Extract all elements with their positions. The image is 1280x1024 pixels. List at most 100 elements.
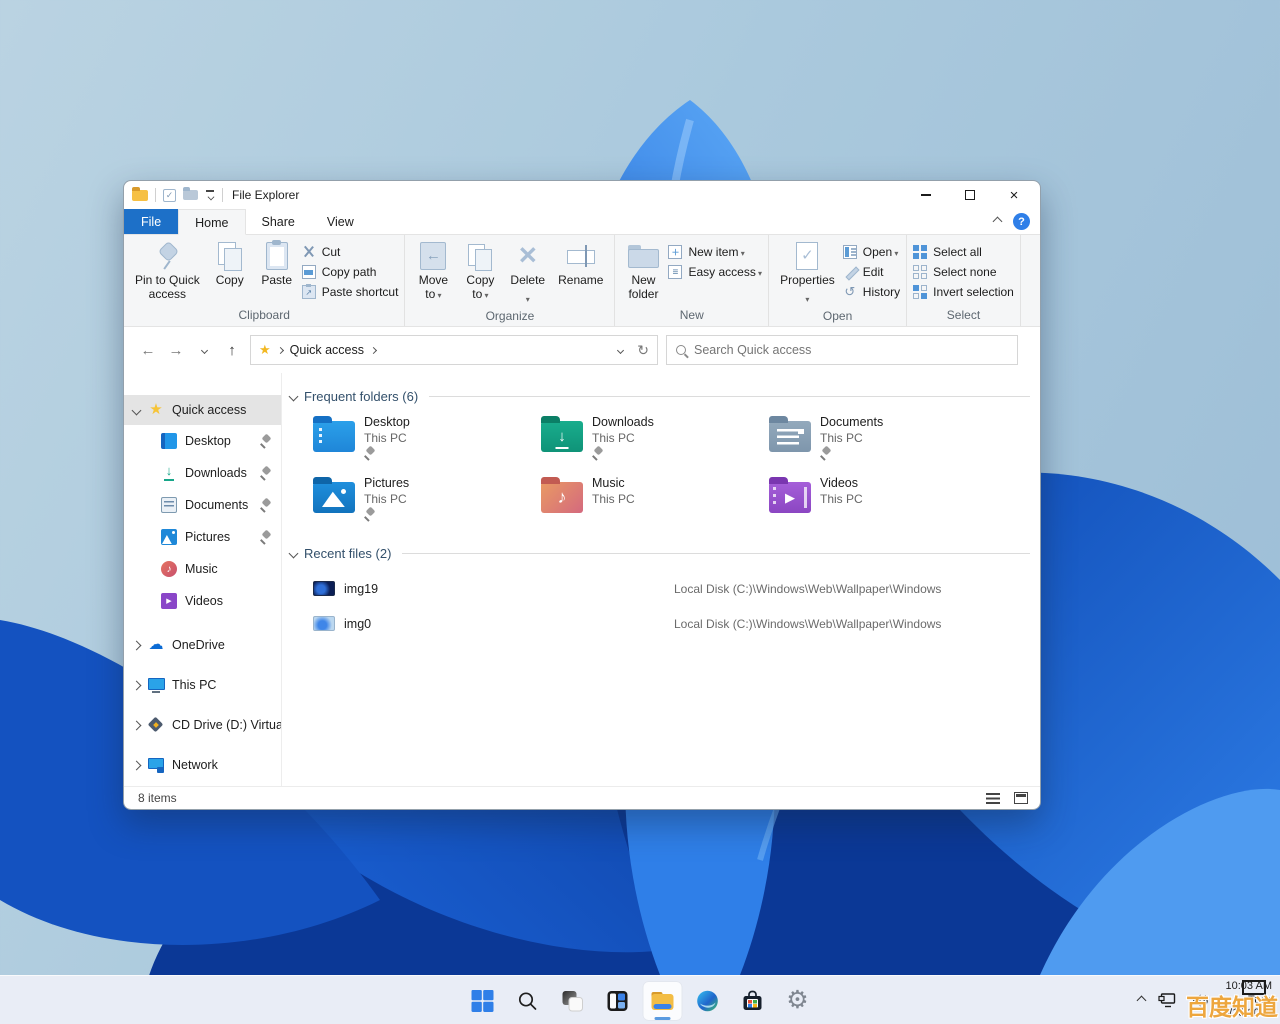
invert-selection-button[interactable]: Invert selection	[913, 285, 1014, 299]
easy-access-button[interactable]: Easy access	[668, 265, 762, 279]
properties-qat-icon[interactable]: ✓	[163, 188, 176, 202]
cut-button[interactable]: Cut	[302, 245, 399, 259]
chevron-right-icon[interactable]	[131, 760, 142, 770]
chevron-down-icon[interactable]	[288, 391, 299, 402]
widgets-button[interactable]	[598, 981, 638, 1021]
new-folder-qat-icon[interactable]	[183, 187, 198, 200]
sidebar-item-videos[interactable]: Videos	[124, 585, 281, 617]
sidebar-item-desktop[interactable]: Desktop	[124, 425, 281, 457]
store-button[interactable]	[733, 981, 773, 1021]
folder-tile-downloads[interactable]: Downloads This PC	[541, 414, 769, 459]
history-button[interactable]: History	[843, 285, 900, 299]
delete-icon: ×	[518, 237, 537, 272]
sidebar-item-this-pc[interactable]: This PC	[124, 665, 281, 705]
chevron-right-icon[interactable]	[131, 680, 142, 690]
recent-file-row[interactable]: img19 Local Disk (C:)\Windows\Web\Wallpa…	[290, 571, 1030, 606]
search-input[interactable]	[694, 343, 1008, 357]
details-view-button[interactable]	[982, 789, 1004, 807]
select-none-button[interactable]: Select none	[913, 265, 1014, 279]
copy-button[interactable]: Copy	[208, 240, 252, 290]
sidebar-item-label: OneDrive	[172, 638, 225, 652]
ribbon-group-clipboard: Pin to Quick access Copy Paste Cut Copy …	[124, 235, 406, 326]
chevron-down-icon[interactable]	[131, 405, 142, 415]
recent-file-row[interactable]: img0 Local Disk (C:)\Windows\Web\Wallpap…	[290, 606, 1030, 641]
new-item-button[interactable]: New item	[668, 245, 762, 259]
folder-tile-documents[interactable]: Documents This PC	[769, 414, 997, 459]
breadcrumb-quick-access[interactable]: Quick access	[290, 343, 364, 357]
ribbon-group-label: Select	[946, 308, 981, 322]
search-button[interactable]	[508, 981, 548, 1021]
tab-view[interactable]: View	[311, 209, 370, 234]
select-all-button[interactable]: Select all	[913, 245, 1014, 259]
paste-shortcut-button[interactable]: Paste shortcut	[301, 284, 398, 299]
divider	[155, 188, 156, 202]
copy-to-button[interactable]: Copy to	[458, 240, 502, 304]
large-icons-view-button[interactable]	[1010, 789, 1032, 807]
address-dropdown-icon[interactable]	[617, 346, 625, 354]
network-icon[interactable]	[1158, 993, 1178, 1008]
rename-icon	[566, 242, 595, 270]
minimize-button[interactable]	[904, 182, 948, 209]
button-label: New item	[688, 245, 744, 259]
edit-button[interactable]: Edit	[843, 265, 900, 279]
sidebar-item-onedrive[interactable]: ☁ OneDrive	[124, 625, 281, 665]
file-explorer-button[interactable]	[642, 980, 683, 1021]
sidebar-item-label: Quick access	[172, 403, 247, 417]
task-view-button[interactable]	[553, 981, 593, 1021]
chevron-down-icon[interactable]	[288, 548, 299, 559]
hidden-icons-chevron[interactable]	[1136, 995, 1147, 1006]
tab-home[interactable]: Home	[178, 209, 246, 235]
sidebar-item-network[interactable]: Network	[124, 745, 281, 785]
sidebar-item-downloads[interactable]: Downloads	[124, 457, 281, 489]
properties-button[interactable]: Properties	[775, 240, 840, 308]
rename-button[interactable]: Rename	[553, 240, 608, 290]
recent-locations-dropdown[interactable]	[190, 336, 218, 364]
chevron-right-icon[interactable]	[131, 720, 142, 730]
help-icon[interactable]: ?	[1013, 213, 1030, 230]
tab-share[interactable]: Share	[246, 209, 311, 234]
cd-drive-icon	[148, 717, 164, 733]
close-button[interactable]: ×	[992, 182, 1036, 209]
minimize-ribbon-icon[interactable]	[992, 216, 1003, 227]
pin-to-quick-access-button[interactable]: Pin to Quick access	[130, 240, 205, 304]
folder-tile-videos[interactable]: Videos This PC	[769, 475, 997, 520]
settings-button[interactable]: ⚙	[778, 981, 818, 1021]
open-button[interactable]: Open	[842, 245, 900, 259]
search-box[interactable]	[666, 335, 1018, 365]
breadcrumb-separator-icon[interactable]	[369, 346, 378, 354]
tab-file[interactable]: File	[124, 209, 179, 234]
sidebar-item-music[interactable]: Music	[124, 553, 281, 585]
folder-tile-pictures[interactable]: Pictures This PC	[313, 475, 541, 520]
start-button[interactable]	[463, 981, 503, 1021]
sidebar-item-label: Videos	[185, 594, 223, 608]
up-button[interactable]: ↑	[218, 336, 246, 364]
paste-button[interactable]: Paste	[255, 240, 299, 290]
forward-button[interactable]: →	[162, 336, 190, 364]
breadcrumb-separator-icon[interactable]	[276, 346, 284, 354]
button-label: New folder	[628, 273, 659, 301]
folder-tile-music[interactable]: Music This PC	[541, 475, 769, 520]
sidebar-item-documents[interactable]: Documents	[124, 489, 281, 521]
button-label: Edit	[862, 265, 884, 279]
folder-tile-desktop[interactable]: Desktop This PC	[313, 414, 541, 459]
items-count: 8 items	[138, 791, 177, 805]
customize-toolbar-icon[interactable]	[205, 190, 215, 200]
edge-button[interactable]	[688, 981, 728, 1021]
sidebar-item-quick-access[interactable]: ★ Quick access	[124, 395, 281, 425]
recent-files-header[interactable]: Recent files (2)	[288, 546, 1030, 561]
chevron-right-icon[interactable]	[131, 640, 142, 650]
delete-button[interactable]: × Delete	[505, 237, 550, 308]
copy-path-button[interactable]: Copy path	[301, 265, 399, 279]
back-button[interactable]: ←	[134, 336, 162, 364]
sidebar-item-pictures[interactable]: Pictures	[124, 521, 281, 553]
address-bar[interactable]: ★ Quick access ↻	[250, 335, 658, 365]
maximize-button[interactable]	[948, 182, 992, 209]
refresh-icon[interactable]: ↻	[637, 342, 649, 359]
sidebar-item-label: Music	[185, 562, 218, 576]
frequent-folders-header[interactable]: Frequent folders (6)	[288, 389, 1030, 404]
sidebar-item-cd-drive[interactable]: CD Drive (D:) Virtuall	[124, 705, 281, 745]
this-pc-icon	[148, 677, 165, 693]
titlebar[interactable]: ✓ File Explorer ×	[124, 181, 1040, 209]
new-folder-button[interactable]: New folder	[621, 240, 665, 304]
move-to-button[interactable]: Move to	[411, 240, 455, 304]
